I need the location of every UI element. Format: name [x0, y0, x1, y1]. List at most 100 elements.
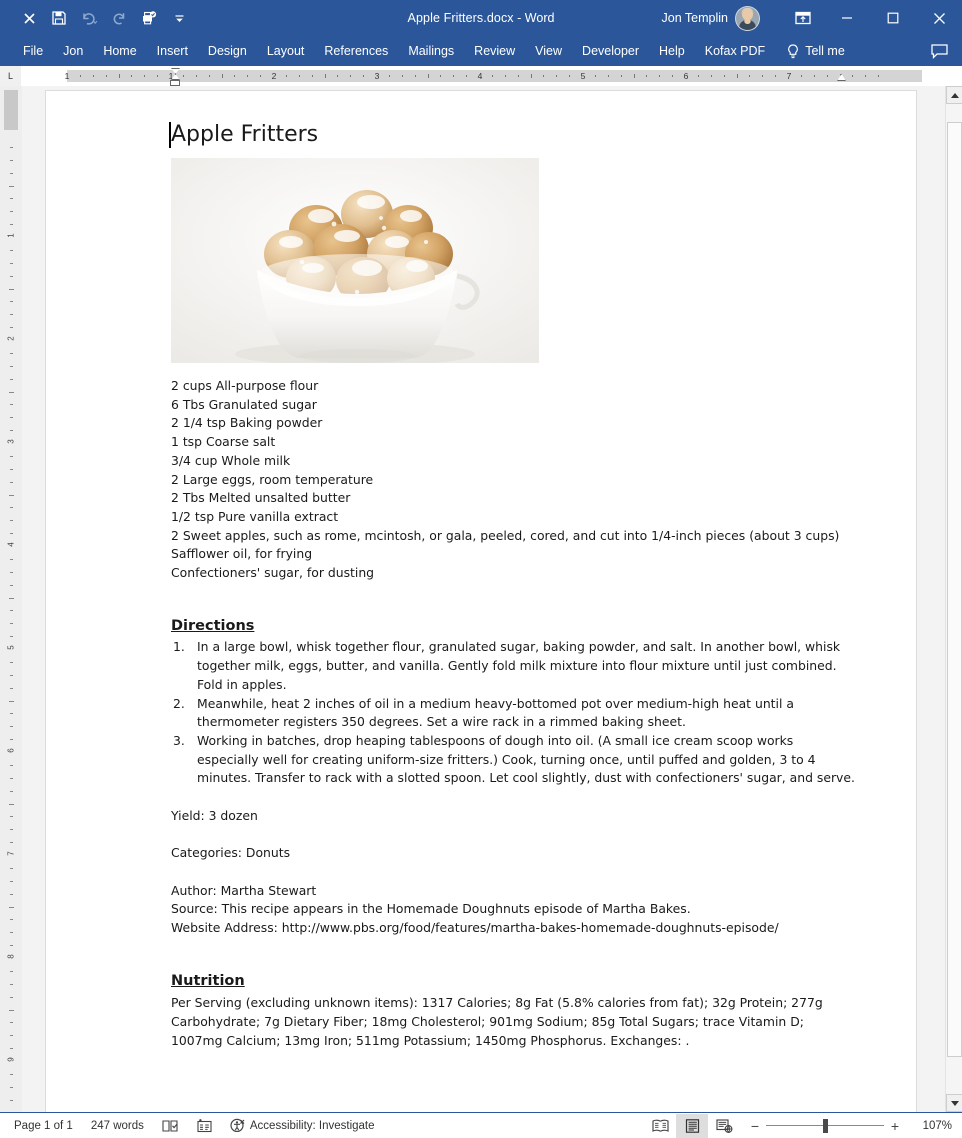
- ruler-tick: [762, 75, 764, 77]
- vertical-ruler-number: 6: [6, 748, 16, 753]
- vertical-scrollbar[interactable]: [945, 86, 962, 1112]
- direction-step: In a large bowl, whisk together flour, g…: [173, 638, 841, 692]
- zoom-level[interactable]: 107%: [910, 1120, 952, 1132]
- ruler-number: 2: [271, 71, 277, 81]
- vertical-ruler-number: 3: [6, 439, 16, 444]
- recipe-image[interactable]: [171, 158, 539, 363]
- save-icon[interactable]: [44, 5, 74, 31]
- vertical-ruler-tick: [10, 867, 13, 869]
- ribbon-display-options-icon[interactable]: [782, 0, 824, 36]
- customize-quick-access-icon[interactable]: [164, 5, 194, 31]
- vertical-ruler-tick: [10, 584, 13, 586]
- horizontal-ruler[interactable]: 1 1 2 3 4 5 6 7: [22, 66, 962, 86]
- vertical-ruler-tick: [10, 1073, 13, 1075]
- page-indicator[interactable]: Page 1 of 1: [5, 1113, 82, 1138]
- vertical-ruler-tick: [10, 739, 13, 741]
- minimize-button[interactable]: [824, 0, 870, 36]
- accessibility-icon: [230, 1118, 245, 1133]
- document-page[interactable]: Apple Fritters 2 cups All-purpose flour …: [46, 91, 916, 1112]
- read-mode-button[interactable]: [644, 1114, 676, 1138]
- nutrition-text: Per Serving (excluding unknown items): 1…: [171, 995, 823, 1048]
- document-scroll-region[interactable]: Apple Fritters 2 cups All-purpose flour …: [22, 86, 945, 1112]
- tab-view[interactable]: View: [525, 36, 572, 66]
- zoom-in-button[interactable]: +: [884, 1118, 906, 1134]
- close-document-button[interactable]: [14, 5, 44, 31]
- ruler-tick: [633, 74, 635, 78]
- vertical-ruler-tick: [10, 1086, 13, 1088]
- ruler-tick: [466, 75, 468, 77]
- avatar[interactable]: [735, 5, 760, 31]
- tab-layout[interactable]: Layout: [257, 36, 315, 66]
- tab-developer[interactable]: Developer: [572, 36, 649, 66]
- tab-design[interactable]: Design: [198, 36, 257, 66]
- direction-step: Meanwhile, heat 2 inches of oil in a med…: [173, 695, 794, 730]
- ruler-tick: [852, 75, 854, 77]
- zoom-track[interactable]: [766, 1113, 884, 1138]
- ruler-tick: [569, 75, 571, 77]
- vertical-ruler-tick: [10, 687, 13, 689]
- vertical-ruler-tick: [10, 1035, 13, 1037]
- vertical-ruler-tick: [10, 970, 13, 972]
- vertical-ruler-tick: [10, 468, 13, 470]
- vertical-ruler-tick: [10, 1048, 13, 1050]
- vertical-ruler-number: 2: [6, 336, 16, 341]
- scroll-down-button[interactable]: [946, 1094, 962, 1112]
- tab-help[interactable]: Help: [649, 36, 695, 66]
- print-preview-icon[interactable]: [134, 5, 164, 31]
- proofing-errors-icon[interactable]: [153, 1113, 188, 1138]
- tab-file[interactable]: File: [13, 36, 53, 66]
- zoom-thumb[interactable]: [823, 1118, 828, 1133]
- status-bar: Page 1 of 1 247 words Accessibility: Inv…: [0, 1112, 962, 1138]
- tab-stop-selector[interactable]: L: [0, 66, 22, 86]
- accessibility-status[interactable]: Accessibility: Investigate: [221, 1113, 384, 1138]
- scroll-up-button[interactable]: [946, 86, 962, 104]
- ruler-tick: [813, 75, 815, 77]
- vertical-ruler-tick: [10, 520, 13, 522]
- tab-review[interactable]: Review: [464, 36, 525, 66]
- vertical-ruler-tick: [10, 172, 13, 174]
- accessibility-label: Accessibility: Investigate: [249, 1119, 375, 1132]
- close-button[interactable]: [916, 0, 962, 36]
- ruler-tick: [594, 75, 596, 77]
- ruler-tick: [749, 75, 751, 77]
- web-layout-button[interactable]: [708, 1114, 740, 1138]
- ruler-tick: [620, 75, 622, 77]
- vertical-ruler-tick: [10, 636, 13, 638]
- tab-home[interactable]: Home: [93, 36, 146, 66]
- tab-jon[interactable]: Jon: [53, 36, 93, 66]
- zoom-slider[interactable]: − +: [744, 1113, 906, 1138]
- ruler-tick: [388, 75, 390, 77]
- account-name[interactable]: Jon Templin: [662, 11, 728, 25]
- ruler-number: 1: [64, 71, 70, 81]
- redo-icon[interactable]: [104, 5, 134, 31]
- scrollbar-thumb[interactable]: [947, 122, 962, 1057]
- comment-icon[interactable]: [931, 36, 948, 66]
- tab-insert[interactable]: Insert: [147, 36, 198, 66]
- title-separator: -: [517, 11, 522, 25]
- undo-icon[interactable]: [74, 5, 104, 31]
- word-count[interactable]: 247 words: [82, 1113, 153, 1138]
- zoom-out-button[interactable]: −: [744, 1118, 766, 1134]
- quick-access-toolbar: [0, 5, 194, 31]
- page-title[interactable]: Apple Fritters: [169, 120, 856, 150]
- vertical-ruler-tick: [10, 327, 13, 329]
- ruler-tick: [285, 75, 287, 77]
- ruler-tick: [144, 75, 146, 77]
- ruler-tick: [453, 75, 455, 77]
- ruler-tick: [723, 75, 725, 77]
- tab-mailings[interactable]: Mailings: [398, 36, 464, 66]
- ruler-number: 5: [580, 71, 586, 81]
- ruler-tick: [491, 75, 493, 77]
- ingredient-item: 2 Tbs Melted unsalted butter: [171, 490, 351, 506]
- print-layout-button[interactable]: [676, 1113, 708, 1138]
- vertical-ruler-tick: [10, 983, 13, 985]
- ruler-tick: [234, 75, 236, 77]
- vertical-ruler-tick: [10, 623, 13, 625]
- language-icon[interactable]: [188, 1113, 221, 1138]
- tell-me-box[interactable]: Tell me: [787, 43, 845, 59]
- maximize-button[interactable]: [870, 0, 916, 36]
- directions-list: In a large bowl, whisk together flour, g…: [171, 638, 856, 788]
- vertical-ruler[interactable]: 1 2 3 4 5 6 7 8 9: [0, 86, 22, 1112]
- tab-kofax-pdf[interactable]: Kofax PDF: [695, 36, 775, 66]
- tab-references[interactable]: References: [314, 36, 398, 66]
